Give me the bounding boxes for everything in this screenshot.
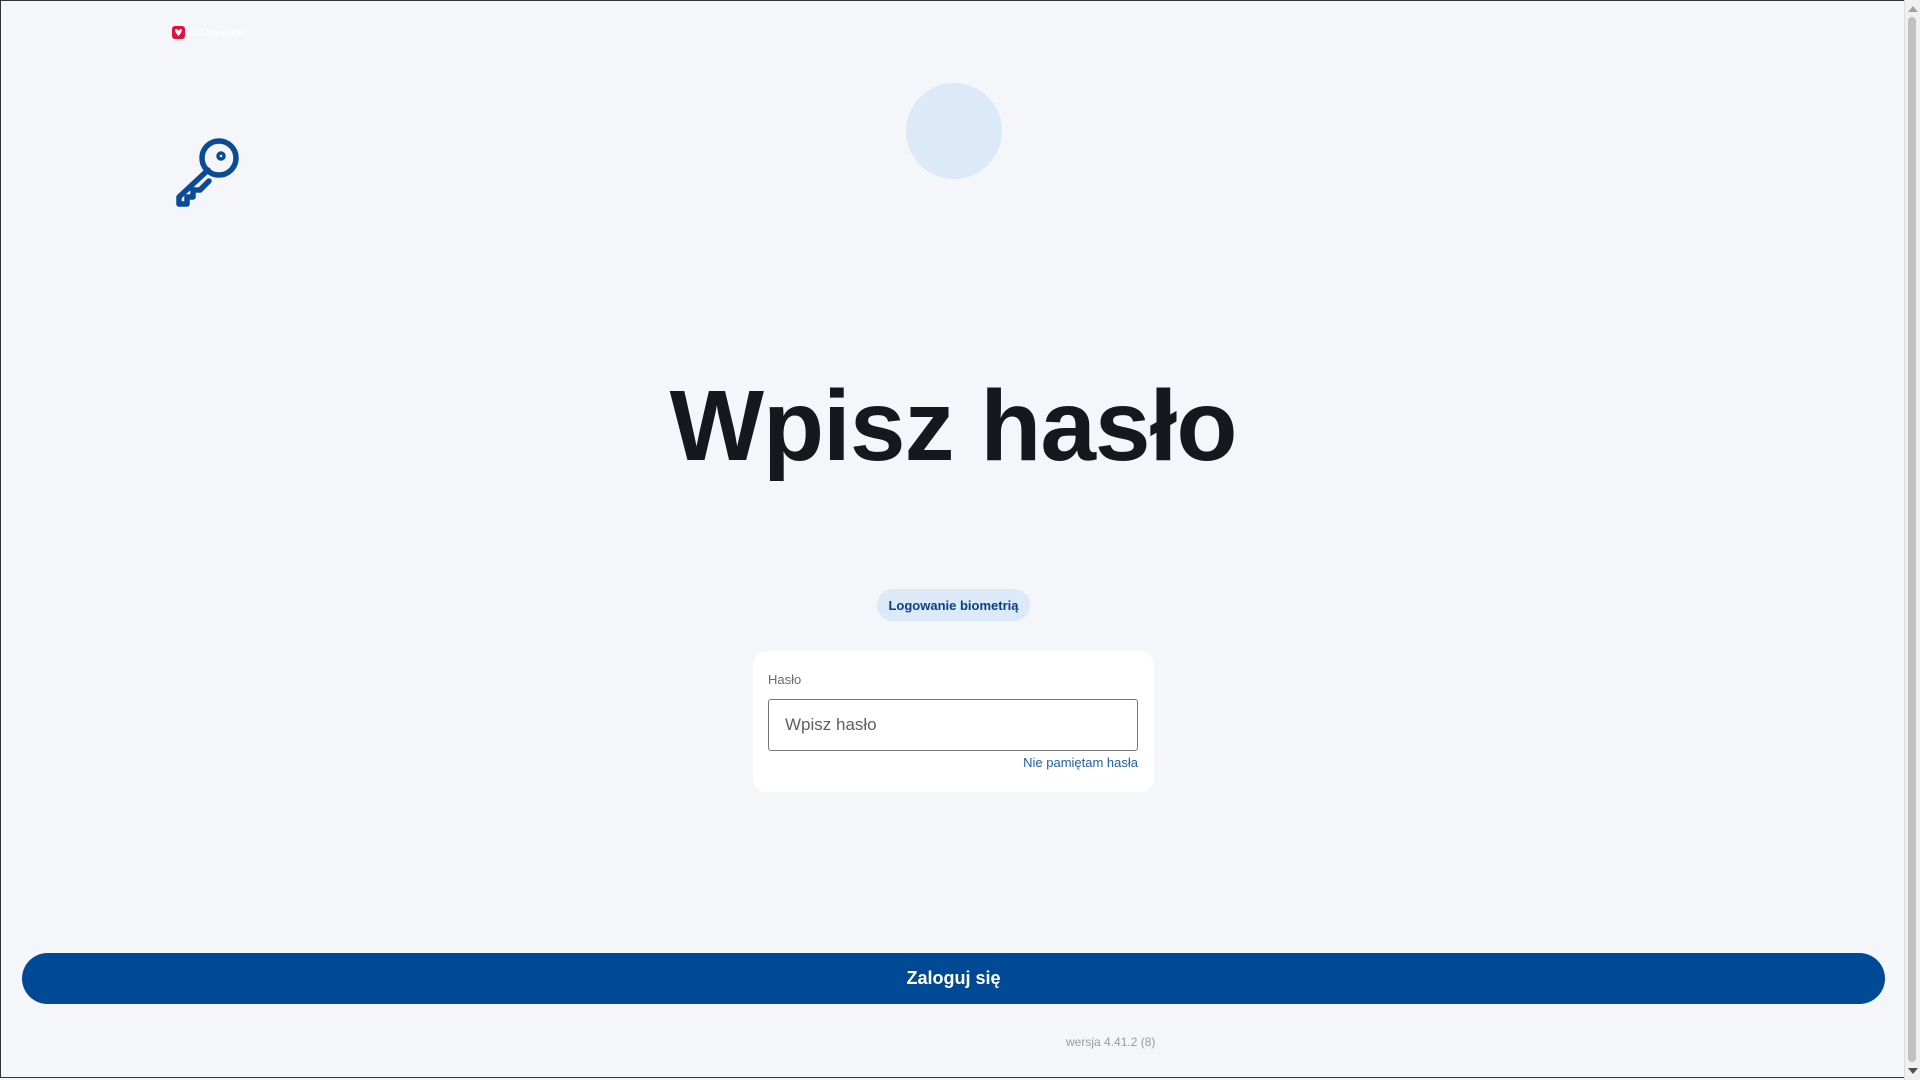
password-label: Hasło — [768, 672, 802, 687]
version-label: wersja 4.41.2 (8) — [1066, 1035, 1156, 1049]
login-button[interactable]: Zaloguj się — [22, 953, 1885, 1004]
eagle-badge-icon — [172, 26, 185, 39]
decorative-circle — [906, 83, 1002, 179]
scrollbar-thumb[interactable] — [1908, 17, 1916, 1062]
forgot-password-link[interactable]: Nie pamiętam hasła — [1023, 755, 1138, 770]
app-window: mObywatel Wpisz hasło Logowanie biometri… — [0, 0, 1904, 1078]
vertical-scrollbar[interactable] — [1904, 0, 1920, 1080]
page-title: Wpisz hasło — [669, 370, 1238, 482]
scroll-down-icon[interactable] — [1908, 1068, 1918, 1074]
password-input[interactable] — [768, 699, 1138, 751]
password-card: Hasło Nie pamiętam hasła — [753, 651, 1154, 792]
key-icon — [173, 137, 243, 207]
app-name: mObywatel — [191, 26, 247, 39]
app-logo: mObywatel — [172, 26, 246, 39]
biometric-login-button[interactable]: Logowanie biometrią — [877, 589, 1030, 621]
scroll-up-icon[interactable] — [1908, 6, 1918, 12]
